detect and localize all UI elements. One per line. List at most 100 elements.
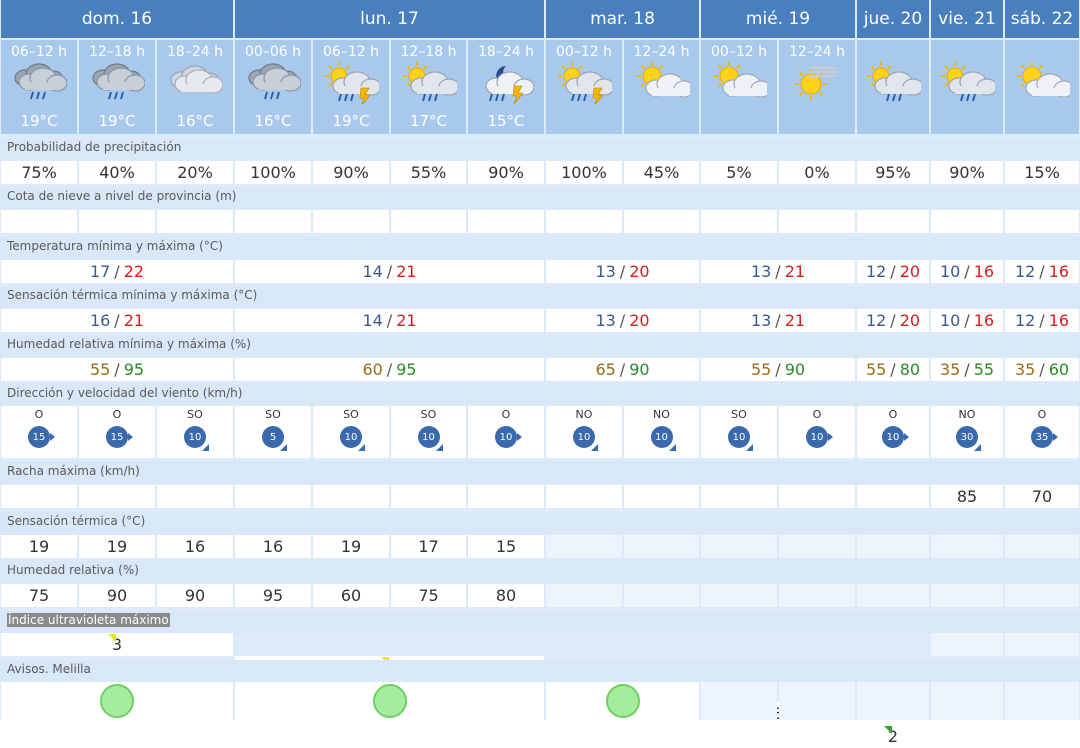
- temp-cell: 13/20: [546, 260, 699, 283]
- feel-max: 16: [973, 311, 995, 330]
- hum-period-cell: 95: [235, 584, 311, 607]
- feel-period-value: 16: [184, 537, 206, 556]
- temp-max: 20: [629, 262, 650, 281]
- feel-cell: 12/16: [1005, 309, 1079, 332]
- period-header[interactable]: 00–12 h: [701, 40, 777, 134]
- wind-direction: SO: [731, 408, 747, 421]
- period-header[interactable]: [1005, 40, 1079, 134]
- row-label-hum: Humedad relativa mínima y máxima (%): [0, 335, 1080, 357]
- day-header[interactable]: dom. 16: [1, 0, 233, 38]
- period-header[interactable]: 12–24 h: [624, 40, 699, 134]
- gust-cell: [468, 485, 544, 508]
- feel-period-cell: 19: [79, 535, 155, 558]
- feel-cell: 13/20: [546, 309, 699, 332]
- temp-min: 10: [939, 262, 961, 281]
- period-header[interactable]: 12–24 h: [779, 40, 855, 134]
- period-header[interactable]: 00–06 h 16°C: [235, 40, 311, 134]
- feel-period-cell: 15: [468, 535, 544, 558]
- wind-arrow-icon: 10: [573, 426, 598, 451]
- warning-level-icon[interactable]: [605, 684, 640, 718]
- gust-cell: [857, 485, 929, 508]
- day-header[interactable]: sáb. 22: [1005, 0, 1079, 38]
- wind-direction: O: [1037, 408, 1047, 421]
- period-header[interactable]: 06–12 h 19°C: [1, 40, 77, 134]
- separator: /: [114, 311, 120, 330]
- day-header[interactable]: lun. 17: [235, 0, 544, 38]
- separator: /: [964, 262, 970, 281]
- period-label: 18–24 h: [167, 44, 223, 60]
- period-header[interactable]: 12–18 h 17°C: [391, 40, 466, 134]
- feel-min: 10: [939, 311, 961, 330]
- warning-cell[interactable]: [1, 682, 233, 720]
- wind-speed: 5: [269, 431, 277, 443]
- hum-period-cell: [1005, 584, 1079, 607]
- warning-level-icon[interactable]: [100, 684, 134, 718]
- temp-max: 20: [899, 262, 921, 281]
- hum-period-cell: [701, 584, 777, 607]
- precip-value: 20%: [177, 163, 213, 182]
- period-header[interactable]: [857, 40, 929, 134]
- snow-cell: [857, 210, 929, 233]
- period-header[interactable]: 18–24 h 16°C: [157, 40, 233, 134]
- wind-arrow-icon: 5: [262, 426, 287, 451]
- temp-cell: 10/16: [931, 260, 1003, 283]
- feel-period-cell: [701, 535, 777, 558]
- separator: /: [1039, 311, 1045, 330]
- hum-period-value: 95: [262, 586, 284, 605]
- wind-speed: 10: [344, 431, 358, 443]
- wind-arrow-icon: 10: [650, 426, 676, 451]
- day-label: vie. 21: [938, 9, 996, 29]
- hum-cell: 35/60: [1005, 358, 1079, 381]
- feel-cell: 10/16: [931, 309, 1003, 332]
- precip-cell: 45%: [624, 161, 699, 184]
- hum-period-value: 75: [418, 586, 439, 605]
- snow-cell: [391, 210, 466, 233]
- precip-cell: 55%: [391, 161, 466, 184]
- wind-speed: 35: [1035, 431, 1049, 443]
- day-header[interactable]: mar. 18: [546, 0, 699, 38]
- feel-period-value: 16: [262, 537, 284, 556]
- uv-cell: 2: [857, 725, 929, 748]
- precip-cell: 0%: [779, 161, 855, 184]
- precip-cell: 90%: [468, 161, 544, 184]
- period-header[interactable]: 12–18 h 19°C: [79, 40, 155, 134]
- row-label-text: Humedad relativa mínima y máxima (%): [7, 337, 251, 351]
- day-label: jue. 20: [863, 9, 923, 29]
- period-temperature: 19°C: [332, 112, 370, 130]
- rain-cloud-icon: [14, 63, 67, 100]
- hum-max: 80: [899, 360, 921, 379]
- feel-period-cell: 19: [1, 535, 77, 558]
- precip-cell: 90%: [313, 161, 389, 184]
- period-temperature: 16°C: [254, 112, 292, 130]
- cloudy-icon: [170, 65, 223, 94]
- gust-cell: [1, 485, 77, 508]
- gust-cell: [546, 485, 622, 508]
- wind-cell: NO 30: [931, 406, 1003, 458]
- hum-period-cell: 90: [79, 584, 155, 607]
- period-header[interactable]: 18–24 h 15°C: [468, 40, 544, 134]
- hum-period-value: 90: [106, 586, 128, 605]
- day-header[interactable]: mié. 19: [701, 0, 855, 38]
- feel-cell: 12/20: [857, 309, 929, 332]
- warning-cell[interactable]: [235, 682, 544, 720]
- temp-cell: 17/22: [1, 260, 233, 283]
- warning-level-icon[interactable]: [372, 684, 407, 718]
- wind-arrow-icon: 10: [728, 426, 753, 451]
- hum-min: 35: [1014, 360, 1036, 379]
- period-header[interactable]: 00–12 h: [546, 40, 622, 134]
- precip-value: 90%: [488, 163, 524, 182]
- day-header[interactable]: vie. 21: [931, 0, 1003, 38]
- hum-max: 90: [629, 360, 650, 379]
- feel-cell: 13/21: [701, 309, 855, 332]
- wind-direction: SO: [187, 408, 203, 421]
- period-header[interactable]: 06–12 h 19°C: [313, 40, 389, 134]
- separator: /: [386, 360, 393, 379]
- day-header[interactable]: jue. 20: [857, 0, 929, 38]
- period-header[interactable]: [931, 40, 1003, 134]
- snow-cell: [624, 210, 699, 233]
- feel-period-cell: [1005, 535, 1079, 558]
- wind-cell: SO 10: [157, 406, 233, 458]
- temp-min: 13: [595, 262, 616, 281]
- row-label-snow: Cota de nieve a nivel de provincia (m): [0, 187, 1080, 209]
- warning-cell[interactable]: [546, 682, 699, 720]
